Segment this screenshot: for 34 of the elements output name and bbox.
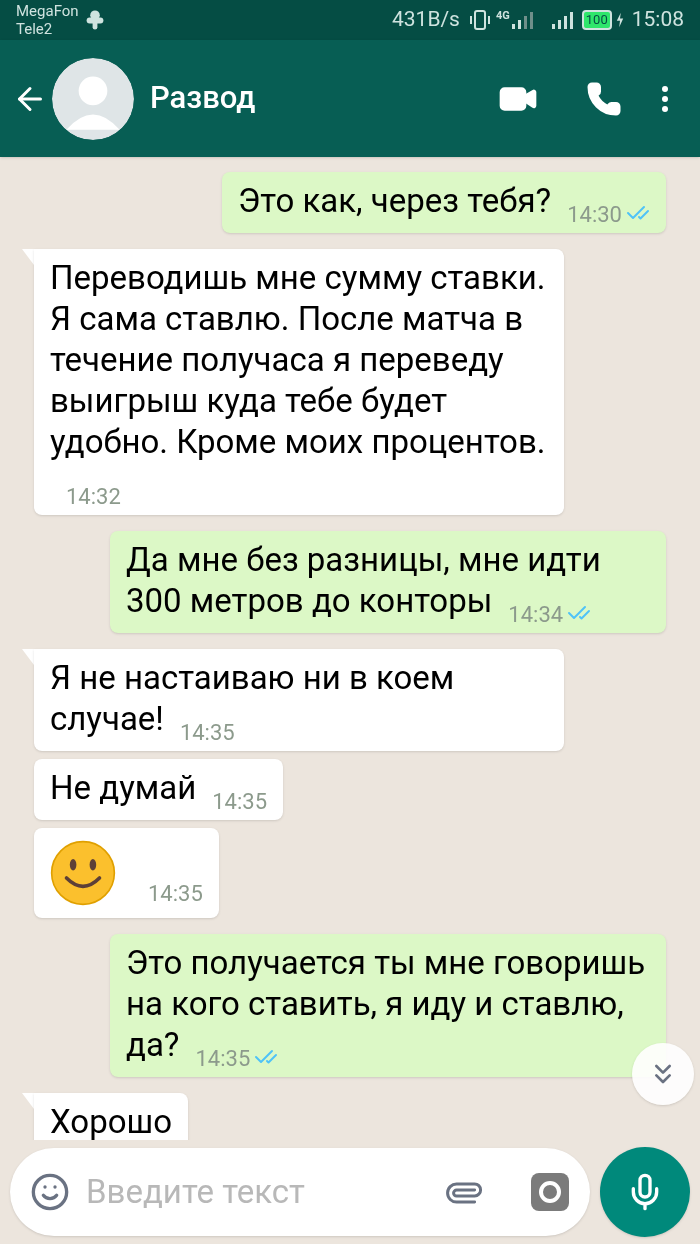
signal-icon: [549, 10, 574, 30]
message-time: 14:30: [567, 202, 622, 227]
vibrate-icon: [467, 8, 492, 32]
scroll-down-button[interactable]: [632, 1043, 694, 1105]
emoji-icon[interactable]: [30, 1172, 70, 1212]
phone-icon: [586, 80, 622, 117]
avatar[interactable]: [52, 57, 134, 140]
message-time: 14:35: [148, 880, 203, 908]
smiley-icon: [50, 840, 116, 906]
menu-icon: [662, 85, 668, 112]
message-time: 14:35: [195, 1046, 251, 1071]
menu-button[interactable]: [662, 85, 668, 112]
message-text: Я не настаиваю ни в коем случае! 14:35: [50, 657, 456, 743]
contact-name[interactable]: Развод: [150, 75, 256, 122]
network-type: 4G: [495, 8, 510, 24]
signal-icon: [509, 10, 534, 30]
message-text: Хорошо: [50, 1101, 173, 1140]
message-text: Переводишь мне сумму ставки. Я сама ставлю. После матча в течение получаса я переведу выигрыш куда тебе будет удобно. Кроме моих процентов. 14:32: [50, 257, 547, 507]
message-time: 14:32: [66, 484, 121, 509]
message-text: Не думай 14:35: [50, 767, 268, 812]
placeholder-text: Введите текст: [86, 1171, 305, 1214]
message-text: Это как, через тебя? 14:30: [237, 180, 650, 225]
message-time: 14:35: [179, 720, 235, 745]
message-text: Это получается ты мне говоришь на кого ставить, я иду и ставлю, да? 14:35: [126, 942, 647, 1069]
network-speed: 431B/s: [391, 6, 460, 34]
message-time: 14:35: [212, 789, 268, 814]
camera-icon[interactable]: [530, 1172, 570, 1212]
carrier-name: Tele2: [16, 20, 54, 38]
battery-level: 100: [581, 10, 612, 30]
message-text: Да мне без разницы, мне идти 300 метров до конторы 14:34: [126, 539, 602, 625]
message-time: 14:34: [508, 602, 564, 627]
voice-call-button[interactable]: [586, 80, 622, 117]
carrier-name: MegaFon: [16, 2, 79, 20]
clock: 15:08: [631, 6, 684, 34]
